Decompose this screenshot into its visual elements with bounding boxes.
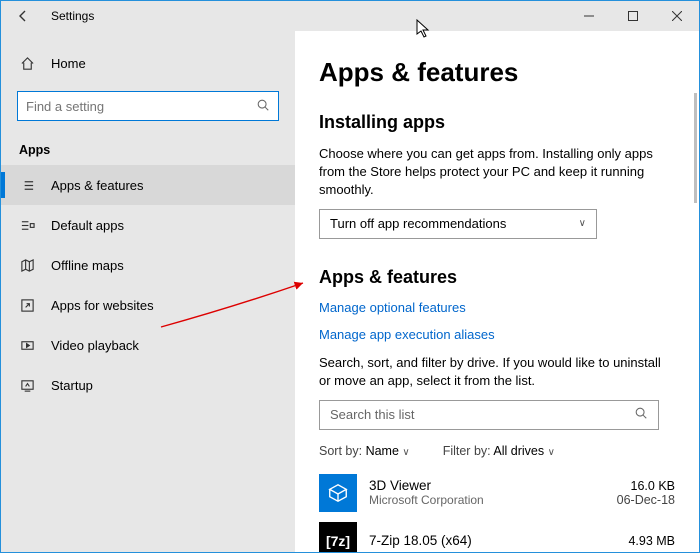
filter-dropdown[interactable]: All drives ∨ — [493, 444, 555, 458]
home-icon — [19, 56, 35, 71]
defaults-icon — [19, 218, 35, 233]
video-icon — [19, 338, 35, 353]
sort-dropdown[interactable]: Name ∨ — [366, 444, 410, 458]
app-row[interactable]: 3D Viewer Microsoft Corporation 16.0 KB … — [319, 474, 675, 512]
manage-optional-features-link[interactable]: Manage optional features — [319, 300, 675, 315]
chevron-down-icon: ∨ — [548, 447, 555, 458]
apps-features-heading: Apps & features — [319, 267, 675, 288]
nav-video-playback[interactable]: Video playback — [1, 325, 295, 365]
main-content: Apps & features Installing apps Choose w… — [295, 31, 699, 552]
nav-default-apps[interactable]: Default apps — [1, 205, 295, 245]
dropdown-value: Turn off app recommendations — [330, 216, 506, 231]
close-button[interactable] — [655, 1, 699, 31]
manage-execution-aliases-link[interactable]: Manage app execution aliases — [319, 327, 675, 342]
back-button[interactable] — [1, 1, 45, 31]
nav-label: Default apps — [51, 218, 124, 233]
startup-icon — [19, 378, 35, 393]
nav-apps-websites[interactable]: Apps for websites — [1, 285, 295, 325]
app-icon: [7z] — [319, 522, 357, 552]
window-title: Settings — [51, 9, 94, 23]
nav-label: Video playback — [51, 338, 139, 353]
home-label: Home — [51, 56, 86, 71]
chevron-down-icon: ∨ — [579, 218, 586, 229]
app-row[interactable]: [7z] 7-Zip 18.05 (x64) 4.93 MB — [319, 522, 675, 552]
page-heading: Apps & features — [319, 57, 675, 88]
home-nav[interactable]: Home — [1, 45, 295, 81]
maximize-button[interactable] — [611, 1, 655, 31]
app-size: 4.93 MB — [628, 534, 675, 548]
app-publisher: Microsoft Corporation — [369, 493, 617, 507]
sidebar: Home Apps Apps & features Default app — [1, 31, 295, 552]
map-icon — [19, 258, 35, 273]
install-source-dropdown[interactable]: Turn off app recommendations ∨ — [319, 209, 597, 239]
scrollbar[interactable] — [694, 93, 697, 203]
app-date: 06-Dec-18 — [617, 493, 675, 507]
search-list-input[interactable]: Search this list — [319, 400, 659, 430]
search-list-placeholder: Search this list — [330, 407, 415, 422]
apps-features-desc: Search, sort, and filter by drive. If yo… — [319, 354, 675, 390]
app-name: 7-Zip 18.05 (x64) — [369, 533, 628, 548]
section-label: Apps — [1, 121, 295, 165]
app-size: 16.0 KB — [617, 479, 675, 493]
installing-heading: Installing apps — [319, 112, 675, 133]
search-icon — [634, 406, 648, 423]
nav-label: Apps & features — [51, 178, 144, 193]
search-input[interactable] — [17, 91, 279, 121]
sort-label: Sort by: — [319, 444, 362, 458]
nav-offline-maps[interactable]: Offline maps — [1, 245, 295, 285]
search-field[interactable] — [26, 99, 256, 114]
list-icon — [19, 178, 35, 193]
installing-desc: Choose where you can get apps from. Inst… — [319, 145, 675, 199]
nav-startup[interactable]: Startup — [1, 365, 295, 405]
nav-label: Offline maps — [51, 258, 124, 273]
filter-label: Filter by: — [443, 444, 491, 458]
nav-label: Apps for websites — [51, 298, 154, 313]
nav-apps-features[interactable]: Apps & features — [1, 165, 295, 205]
app-icon — [319, 474, 357, 512]
minimize-button[interactable] — [567, 1, 611, 31]
chevron-down-icon: ∨ — [402, 447, 409, 458]
search-icon — [256, 98, 270, 115]
open-in-icon — [19, 298, 35, 313]
app-name: 3D Viewer — [369, 478, 617, 493]
nav-label: Startup — [51, 378, 93, 393]
